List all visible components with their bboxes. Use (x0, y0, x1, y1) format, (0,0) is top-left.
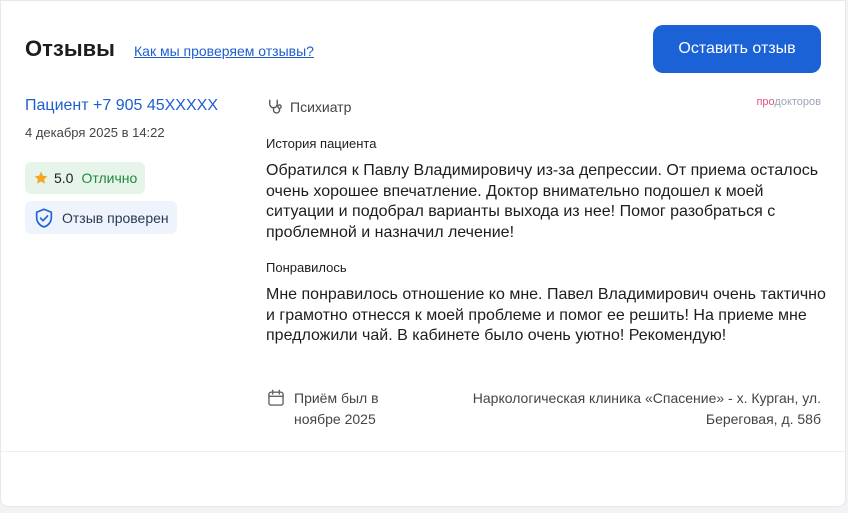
reviews-header: Отзывы Как мы проверяем отзывы? Оставить… (25, 25, 821, 73)
review-date: 4 декабря 2025 в 14:22 (25, 125, 165, 140)
reviews-card: Отзывы Как мы проверяем отзывы? Оставить… (0, 0, 846, 507)
calendar-icon (268, 389, 284, 406)
visit-date-label: Приём был в ноябре 2025 (294, 390, 379, 427)
visit-date: Приём был в ноябре 2025 (266, 388, 394, 429)
doctor-specialty: Психиатр (266, 98, 351, 116)
stethoscope-icon (269, 99, 282, 114)
liked-heading: Понравилось (266, 260, 347, 275)
history-text: Обратился к Павлу Владимировичу из-за де… (266, 162, 819, 241)
clinic-address: Наркологическая клиника «Спасение» - х. … (472, 390, 821, 427)
shield-check-icon (35, 207, 53, 228)
verified-label: Отзыв проверен (62, 209, 169, 226)
divider (1, 451, 845, 452)
page-title: Отзывы (25, 36, 115, 61)
review-author-link[interactable]: Пациент +7 905 45XXXXX (25, 97, 218, 115)
how-we-check-link[interactable]: Как мы проверяем отзывы? (134, 43, 314, 59)
liked-text: Мне понравилось отношение ко мне. Павел … (266, 286, 826, 344)
history-heading: История пациента (266, 136, 377, 151)
specialty-label: Психиатр (290, 99, 352, 115)
prodoctorov-logo: продокторов (756, 96, 821, 108)
star-icon (34, 171, 48, 184)
verified-badge[interactable]: Отзыв проверен (25, 201, 177, 234)
rating-label: Отлично (81, 170, 138, 186)
rating-score: 5.0 (54, 170, 74, 186)
leave-review-button[interactable]: Оставить отзыв (653, 25, 821, 73)
rating-badge: 5.0 Отлично (25, 162, 146, 194)
